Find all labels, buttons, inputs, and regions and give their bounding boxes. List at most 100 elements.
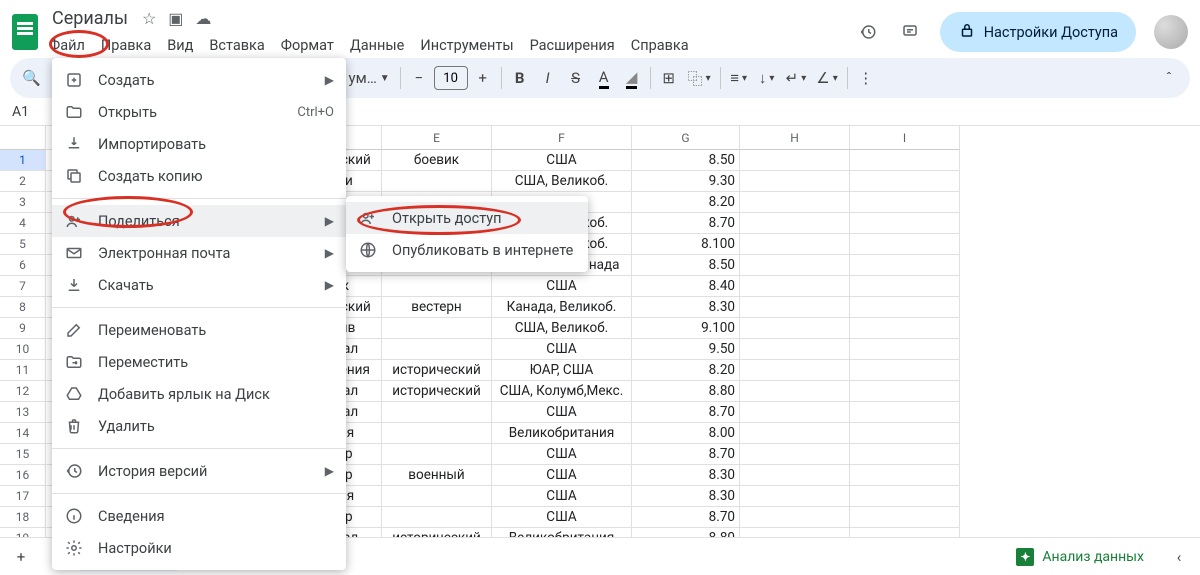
cell[interactable]: 8.40 [632,276,740,297]
cell[interactable]: 8.80 [632,381,740,402]
cell[interactable]: 8.70 [632,444,740,465]
cell[interactable] [850,318,960,339]
bold-button[interactable]: B [507,64,533,92]
cell[interactable] [382,318,492,339]
cell[interactable]: США [492,507,632,528]
document-title[interactable]: Сериалы [46,6,134,31]
menu-формат[interactable]: Формат [274,33,341,58]
comments-icon[interactable] [898,20,922,44]
cell[interactable]: США [492,339,632,360]
row-number[interactable]: 2 [0,171,46,192]
cell[interactable] [382,444,492,465]
strike-button[interactable]: S [563,64,589,92]
cell[interactable]: 8.00 [632,423,740,444]
menu-item-Импортировать[interactable]: Импортировать [52,128,346,160]
menu-item-Электронная почта[interactable]: Электронная почта▶ [52,237,346,269]
cell[interactable] [850,276,960,297]
cell[interactable] [382,171,492,192]
italic-button[interactable]: I [535,64,561,92]
cell[interactable]: США [492,444,632,465]
cell[interactable] [740,150,850,171]
row-number[interactable]: 15 [0,444,46,465]
expand-toolbar-button[interactable]: ˆ [1156,64,1182,92]
cloud-status-icon[interactable]: ☁ [195,9,211,28]
column-header-H[interactable]: H [740,126,850,150]
cell[interactable]: 9.100 [632,318,740,339]
cell[interactable] [850,402,960,423]
row-number[interactable]: 14 [0,423,46,444]
menu-item-Опубликовать в интернете[interactable]: Опубликовать в интернете [346,234,588,266]
menu-item-Поделиться[interactable]: Поделиться▶ [52,205,346,237]
cell[interactable] [382,276,492,297]
cell[interactable]: 8.50 [632,150,740,171]
column-header-G[interactable]: G [632,126,740,150]
row-number[interactable]: 10 [0,339,46,360]
menu-вид[interactable]: Вид [160,33,200,58]
menu-item-Создать[interactable]: Создать▶ [52,64,346,96]
menu-item-Создать копию[interactable]: Создать копию [52,160,346,192]
cell[interactable] [740,171,850,192]
cell[interactable] [740,213,850,234]
history-icon[interactable] [856,20,880,44]
cell[interactable] [850,171,960,192]
cell[interactable] [382,486,492,507]
font-size-input[interactable]: 10 [434,66,468,90]
cell[interactable] [850,465,960,486]
merge-button[interactable]: ⿻▾ [684,64,715,92]
cell[interactable]: США [492,150,632,171]
cell[interactable] [740,444,850,465]
cell[interactable] [850,297,960,318]
font-size-minus[interactable]: − [406,64,432,92]
cell[interactable] [850,255,960,276]
menu-данные[interactable]: Данные [343,33,411,58]
cell[interactable] [740,234,850,255]
cell[interactable] [740,360,850,381]
row-number[interactable]: 18 [0,507,46,528]
cell[interactable] [382,507,492,528]
cell[interactable] [740,192,850,213]
menu-item-Переместить[interactable]: Переместить [52,346,346,378]
column-header-I[interactable]: I [850,126,960,150]
menu-справка[interactable]: Справка [624,33,696,58]
share-button[interactable]: Настройки Доступа [940,12,1136,52]
menu-item-Открыть доступ[interactable]: Открыть доступ [346,202,588,234]
explore-button[interactable]: ✦ Анализ данных [1004,542,1156,572]
menu-item-Переименовать[interactable]: Переименовать [52,314,346,346]
cell[interactable] [850,234,960,255]
cell[interactable]: 8.70 [632,402,740,423]
column-header-F[interactable]: F [492,126,632,150]
cell[interactable] [740,423,850,444]
menu-item-Скачать[interactable]: Скачать▶ [52,269,346,301]
valign-button[interactable]: ↓▾ [754,64,780,92]
cell[interactable]: 8.70 [632,507,740,528]
star-icon[interactable]: ☆ [142,9,156,28]
cell[interactable] [850,444,960,465]
cell[interactable] [382,402,492,423]
row-number[interactable]: 8 [0,297,46,318]
menu-item-История версий[interactable]: История версий▶ [52,455,346,487]
cell[interactable]: 8.20 [632,360,740,381]
cell[interactable]: Канада, Великоб. [492,297,632,318]
cell[interactable] [382,339,492,360]
cell[interactable]: 8.50 [632,255,740,276]
cell[interactable] [850,360,960,381]
menu-item-Открыть[interactable]: ОткрытьCtrl+O [52,96,346,128]
sheets-logo[interactable] [12,14,38,50]
cell[interactable]: США [492,402,632,423]
menu-item-Сведения[interactable]: Сведения [52,500,346,532]
menu-item-Добавить ярлык на Диск[interactable]: Добавить ярлык на Диск [52,378,346,410]
cell[interactable] [740,402,850,423]
cell[interactable]: 8.30 [632,297,740,318]
rotate-button[interactable]: ∠▾ [812,64,841,92]
row-number[interactable]: 17 [0,486,46,507]
cell[interactable]: 8.30 [632,465,740,486]
cell[interactable] [850,150,960,171]
more-button[interactable]: ⋮ [853,64,879,92]
cell[interactable] [740,318,850,339]
row-number[interactable]: 12 [0,381,46,402]
cell[interactable]: США [492,486,632,507]
text-color-button[interactable]: A [591,64,617,92]
search-icon[interactable]: 🔍 [18,64,45,92]
cell[interactable]: 8.20 [632,192,740,213]
move-to-folder-icon[interactable]: ▣ [168,9,183,28]
